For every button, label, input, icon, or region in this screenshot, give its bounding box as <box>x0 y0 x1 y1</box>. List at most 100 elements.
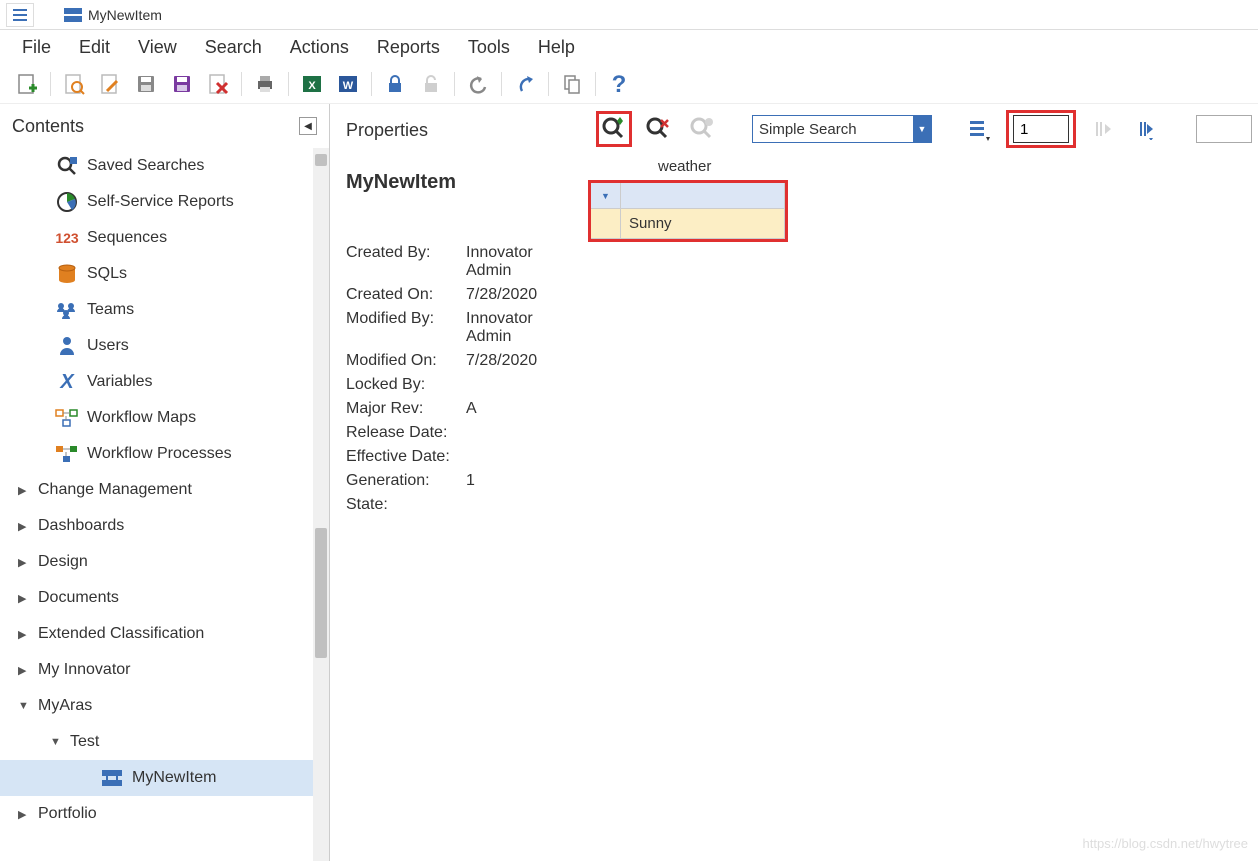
menu-toggle-button[interactable] <box>6 3 34 27</box>
tree-item[interactable]: Self-Service Reports <box>0 184 313 220</box>
tree-item[interactable]: Teams <box>0 292 313 328</box>
edit-item-button[interactable] <box>93 68 127 100</box>
row-selector-header[interactable]: ▼ <box>591 183 621 209</box>
next-page-button[interactable] <box>1128 111 1164 147</box>
tree-caret-icon: ▶ <box>18 484 30 497</box>
menu-edit[interactable]: Edit <box>67 33 122 62</box>
table-row[interactable]: Sunny <box>591 209 785 239</box>
run-search-button[interactable] <box>596 111 632 147</box>
menu-actions[interactable]: Actions <box>278 33 361 62</box>
promote-button[interactable] <box>508 68 542 100</box>
tree-group[interactable]: ▼ Test <box>0 724 313 760</box>
save-button[interactable] <box>129 68 163 100</box>
export-excel-button[interactable]: X <box>295 68 329 100</box>
help-button[interactable]: ? <box>602 68 636 100</box>
property-label: Modified By: <box>346 310 466 346</box>
tree-item[interactable]: SQLs <box>0 256 313 292</box>
window-title: MyNewItem <box>88 7 162 23</box>
tree-item-label: MyNewItem <box>132 769 216 787</box>
undo-button[interactable] <box>461 68 495 100</box>
menu-help[interactable]: Help <box>526 33 587 62</box>
lookup-button[interactable] <box>684 111 720 147</box>
menu-file[interactable]: File <box>10 33 63 62</box>
svg-text:X: X <box>308 80 316 92</box>
tree-item[interactable]: 123Sequences <box>0 220 313 256</box>
results-grid: ▼ Sunny <box>588 180 788 242</box>
search-toolbar: Simple Search ▼ <box>590 104 1258 154</box>
tree-group[interactable]: ▶My Innovator <box>0 652 313 688</box>
export-word-button[interactable]: W <box>331 68 365 100</box>
tree-item-label: Change Management <box>38 481 192 499</box>
collapse-panel-button[interactable]: ◀ <box>299 117 317 135</box>
tree-caret-icon: ▶ <box>18 520 30 533</box>
tree-group[interactable]: ▶ Design <box>0 544 313 580</box>
toolbar-separator <box>288 72 289 96</box>
tree-item[interactable]: Saved Searches <box>0 148 313 184</box>
tree-group[interactable]: ▶Documents <box>0 580 313 616</box>
tree-group[interactable]: ▶Portfolio <box>0 796 313 832</box>
tree-group[interactable]: ▼MyAras <box>0 688 313 724</box>
cell-weather[interactable]: Sunny <box>621 209 785 239</box>
property-label: Created By: <box>346 244 466 280</box>
view-item-button[interactable] <box>57 68 91 100</box>
unlock-button[interactable] <box>414 68 448 100</box>
property-value <box>466 376 580 394</box>
property-row: State: <box>346 496 580 514</box>
search-options-button[interactable] <box>962 111 998 147</box>
clear-search-button[interactable] <box>640 111 676 147</box>
property-label: State: <box>346 496 466 514</box>
itemtype-icon <box>64 8 82 22</box>
scroll-thumb[interactable] <box>315 528 327 658</box>
page-size-input[interactable] <box>1013 115 1069 143</box>
menu-tools[interactable]: Tools <box>456 33 522 62</box>
menu-view[interactable]: View <box>126 33 189 62</box>
menubar: File Edit View Search Actions Reports To… <box>0 30 1258 64</box>
property-value <box>466 424 580 442</box>
tree-item-label: SQLs <box>87 265 127 283</box>
tree-item-label: Dashboards <box>38 517 124 535</box>
tree-scrollbar[interactable] <box>313 148 329 861</box>
new-item-button[interactable] <box>10 68 44 100</box>
seq-icon: 123 <box>55 226 79 250</box>
tree-item-label: Test <box>70 733 99 751</box>
main-toolbar: X W ? <box>0 64 1258 104</box>
main-area: Contents ◀ Saved SearchesSelf-Service Re… <box>0 104 1258 861</box>
tree-caret-icon: ▶ <box>18 556 30 569</box>
property-value: A <box>466 400 580 418</box>
toc-tree: Saved SearchesSelf-Service Reports123Seq… <box>0 148 329 861</box>
save-unlock-button[interactable] <box>165 68 199 100</box>
row-header[interactable] <box>591 209 621 239</box>
contents-panel: Contents ◀ Saved SearchesSelf-Service Re… <box>0 104 330 861</box>
print-button[interactable] <box>248 68 282 100</box>
grid-area: Simple Search ▼ weather ▼ <box>590 104 1258 861</box>
copy-button[interactable] <box>555 68 589 100</box>
property-row: Effective Date: <box>346 448 580 466</box>
tree-item[interactable]: Workflow Processes <box>0 436 313 472</box>
wfp-icon <box>55 442 79 466</box>
tree-item[interactable]: Workflow Maps <box>0 400 313 436</box>
menu-search[interactable]: Search <box>193 33 274 62</box>
property-label: Effective Date: <box>346 448 466 466</box>
lock-button[interactable] <box>378 68 412 100</box>
tree-caret-icon: ▼ <box>50 736 62 748</box>
toolbar-separator <box>371 72 372 96</box>
menu-reports[interactable]: Reports <box>365 33 452 62</box>
tree-item[interactable]: XVariables <box>0 364 313 400</box>
current-page-input[interactable] <box>1196 115 1252 143</box>
tree-item[interactable]: Users <box>0 328 313 364</box>
prev-page-button[interactable] <box>1084 111 1120 147</box>
delete-button[interactable] <box>201 68 235 100</box>
tree-item[interactable]: MyNewItem <box>0 760 313 796</box>
column-header-weather[interactable]: weather <box>658 158 711 175</box>
tree-item-label: Design <box>38 553 88 571</box>
tree-group[interactable]: ▶Extended Classification <box>0 616 313 652</box>
tree-caret-icon: ▶ <box>18 628 30 641</box>
tree-item-label: Workflow Processes <box>87 445 232 463</box>
tree-caret-icon: ▶ <box>18 592 30 605</box>
scroll-up-arrow[interactable] <box>315 154 327 166</box>
tree-group[interactable]: ▶ Change Management <box>0 472 313 508</box>
search-mode-select[interactable]: Simple Search ▼ <box>752 115 932 143</box>
filter-cell-weather[interactable] <box>621 183 785 209</box>
tree-group[interactable]: ▶ Dashboards <box>0 508 313 544</box>
svg-text:?: ? <box>612 72 627 96</box>
